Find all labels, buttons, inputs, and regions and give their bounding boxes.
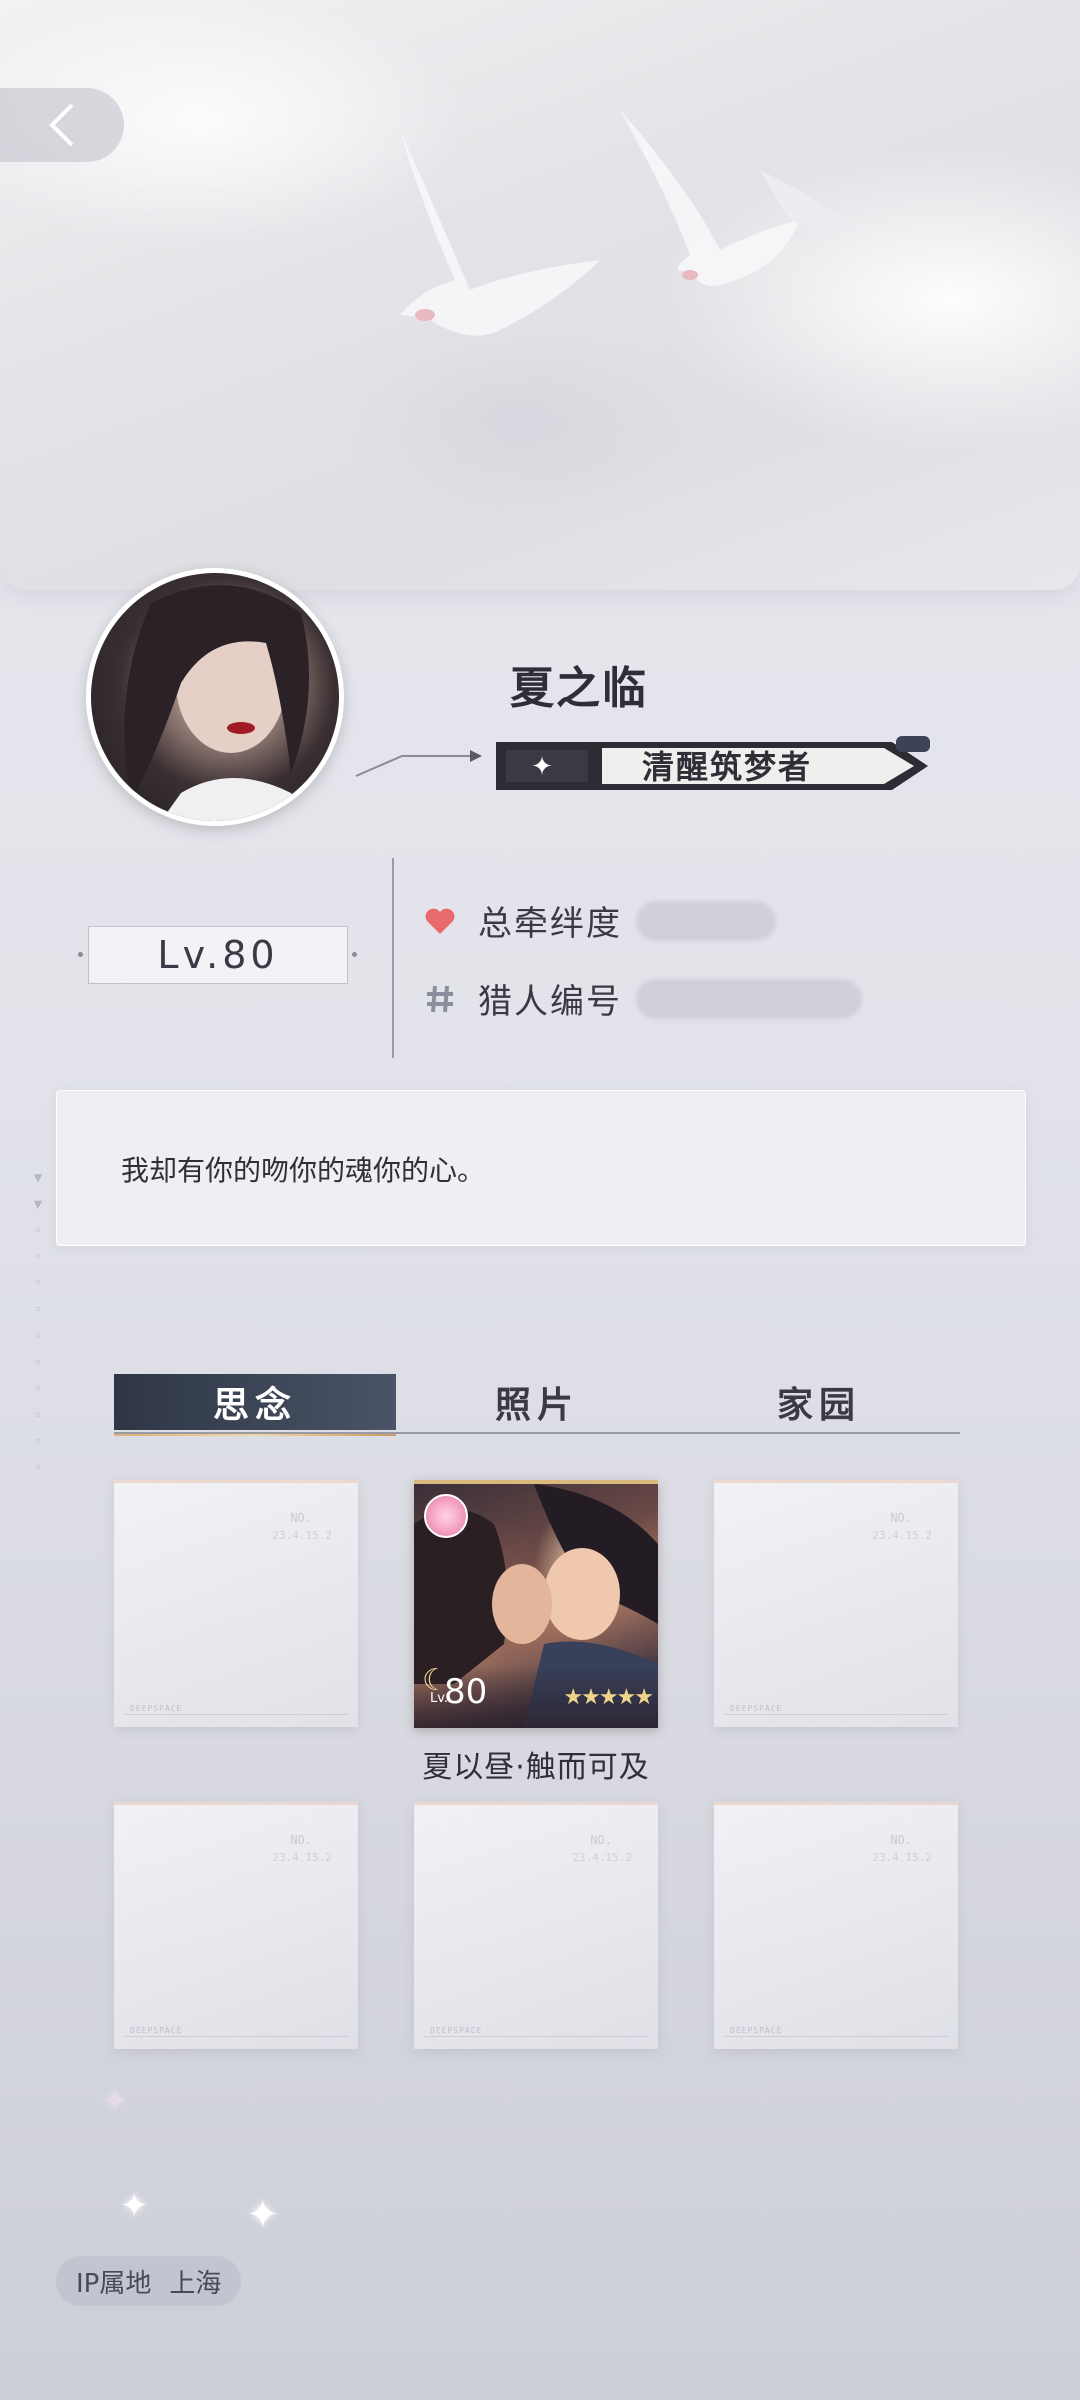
tab-underline bbox=[114, 1432, 960, 1434]
chevron-left-icon bbox=[49, 103, 74, 147]
back-button[interactable] bbox=[0, 88, 124, 162]
card-no: NO. bbox=[890, 1833, 912, 1847]
card-no: NO. bbox=[290, 1511, 312, 1525]
card-footer-text: DEEPSPACE bbox=[130, 1704, 183, 1713]
star-rating: ★★★★★ bbox=[563, 1685, 654, 1710]
heart-icon bbox=[425, 908, 455, 934]
featured-card-level: Lv. 80 bbox=[430, 1672, 488, 1712]
sparkle-icon: ✧ bbox=[104, 2086, 126, 2116]
tab-bar: 思念 照片 家园 bbox=[114, 1374, 960, 1436]
tab-home[interactable]: 家园 bbox=[678, 1374, 960, 1430]
memory-card-empty[interactable]: NO. 23.4.15.2 DEEPSPACE bbox=[714, 1802, 958, 2049]
stat-hunter-id-value-blurred bbox=[636, 978, 862, 1019]
featured-card-caption: 夏以昼·触而可及 bbox=[422, 1750, 650, 1785]
card-footer-text: DEEPSPACE bbox=[730, 1704, 783, 1713]
svg-text:✦: ✦ bbox=[531, 752, 553, 782]
card-footer-text: DEEPSPACE bbox=[730, 2026, 783, 2035]
stat-hunter-id-label: 猎人编号 bbox=[478, 982, 622, 1022]
title-badge-label: 清醒筑梦者 bbox=[642, 748, 813, 786]
card-date: 23.4.15.2 bbox=[272, 1529, 332, 1542]
ip-city: 上海 bbox=[169, 2268, 222, 2299]
card-no: NO. bbox=[890, 1511, 912, 1525]
card-footer-text: DEEPSPACE bbox=[430, 2026, 483, 2035]
card-no: NO. bbox=[290, 1833, 312, 1847]
level-box: Lv.80 bbox=[88, 926, 348, 984]
signature-text: 我却有你的吻你的魂你的心。 bbox=[121, 1154, 486, 1187]
stat-bond-value-blurred bbox=[636, 900, 776, 941]
memory-card-empty[interactable]: NO. 23.4.15.2 DEEPSPACE bbox=[114, 1480, 358, 1727]
card-no: NO. bbox=[590, 1833, 612, 1847]
title-badge[interactable]: ✦ 清醒筑梦者 bbox=[492, 736, 942, 794]
hash-icon bbox=[427, 985, 453, 1012]
stat-bond: 总牵绊度 bbox=[424, 896, 776, 945]
sparkle-icon: ✦ bbox=[246, 2192, 280, 2238]
ip-label: IP属地 bbox=[76, 2268, 152, 2299]
card-date: 23.4.15.2 bbox=[872, 1529, 932, 1542]
avatar-image bbox=[91, 573, 339, 821]
memory-card-featured[interactable]: ☾ Lv. 80 ★★★★★ bbox=[414, 1480, 658, 1728]
featured-card-level-value: 80 bbox=[444, 1672, 488, 1712]
side-decoration: ▼ ▼ ◦ ◦ ◦ ◦ ◦ ◦ ◦ ◦ ◦ ◦ bbox=[30, 1170, 46, 1478]
dove-illustration bbox=[400, 110, 860, 336]
memory-card-empty[interactable]: NO. 23.4.15.2 DEEPSPACE bbox=[714, 1480, 958, 1727]
stat-bond-label: 总牵绊度 bbox=[478, 904, 622, 944]
card-date: 23.4.15.2 bbox=[272, 1851, 332, 1864]
ip-location: IP属地 上海 bbox=[56, 2256, 242, 2306]
username: 夏之临 bbox=[510, 663, 648, 714]
divider-line bbox=[392, 858, 394, 1058]
profile-banner bbox=[0, 0, 1080, 590]
memory-card-empty[interactable]: NO. 23.4.15.2 DEEPSPACE bbox=[114, 1802, 358, 2049]
level-dot-left bbox=[78, 952, 83, 957]
sparkle-icon: ✦ bbox=[120, 2186, 149, 2226]
avatar[interactable] bbox=[86, 568, 344, 826]
card-date: 23.4.15.2 bbox=[572, 1851, 632, 1864]
signature-box: 我却有你的吻你的魂你的心。 bbox=[56, 1090, 1026, 1246]
level-dot-right bbox=[352, 952, 357, 957]
stat-hunter-id: 猎人编号 bbox=[424, 974, 862, 1023]
featured-card-level-prefix: Lv. bbox=[430, 1691, 449, 1706]
tab-photos[interactable]: 照片 bbox=[396, 1374, 678, 1430]
card-footer-text: DEEPSPACE bbox=[130, 2026, 183, 2035]
card-date: 23.4.15.2 bbox=[872, 1851, 932, 1864]
tab-missing[interactable]: 思念 bbox=[114, 1374, 396, 1436]
memory-card-empty[interactable]: NO. 23.4.15.2 DEEPSPACE bbox=[414, 1802, 658, 2049]
card-type-badge-icon bbox=[424, 1494, 468, 1538]
connector-line bbox=[355, 750, 482, 777]
